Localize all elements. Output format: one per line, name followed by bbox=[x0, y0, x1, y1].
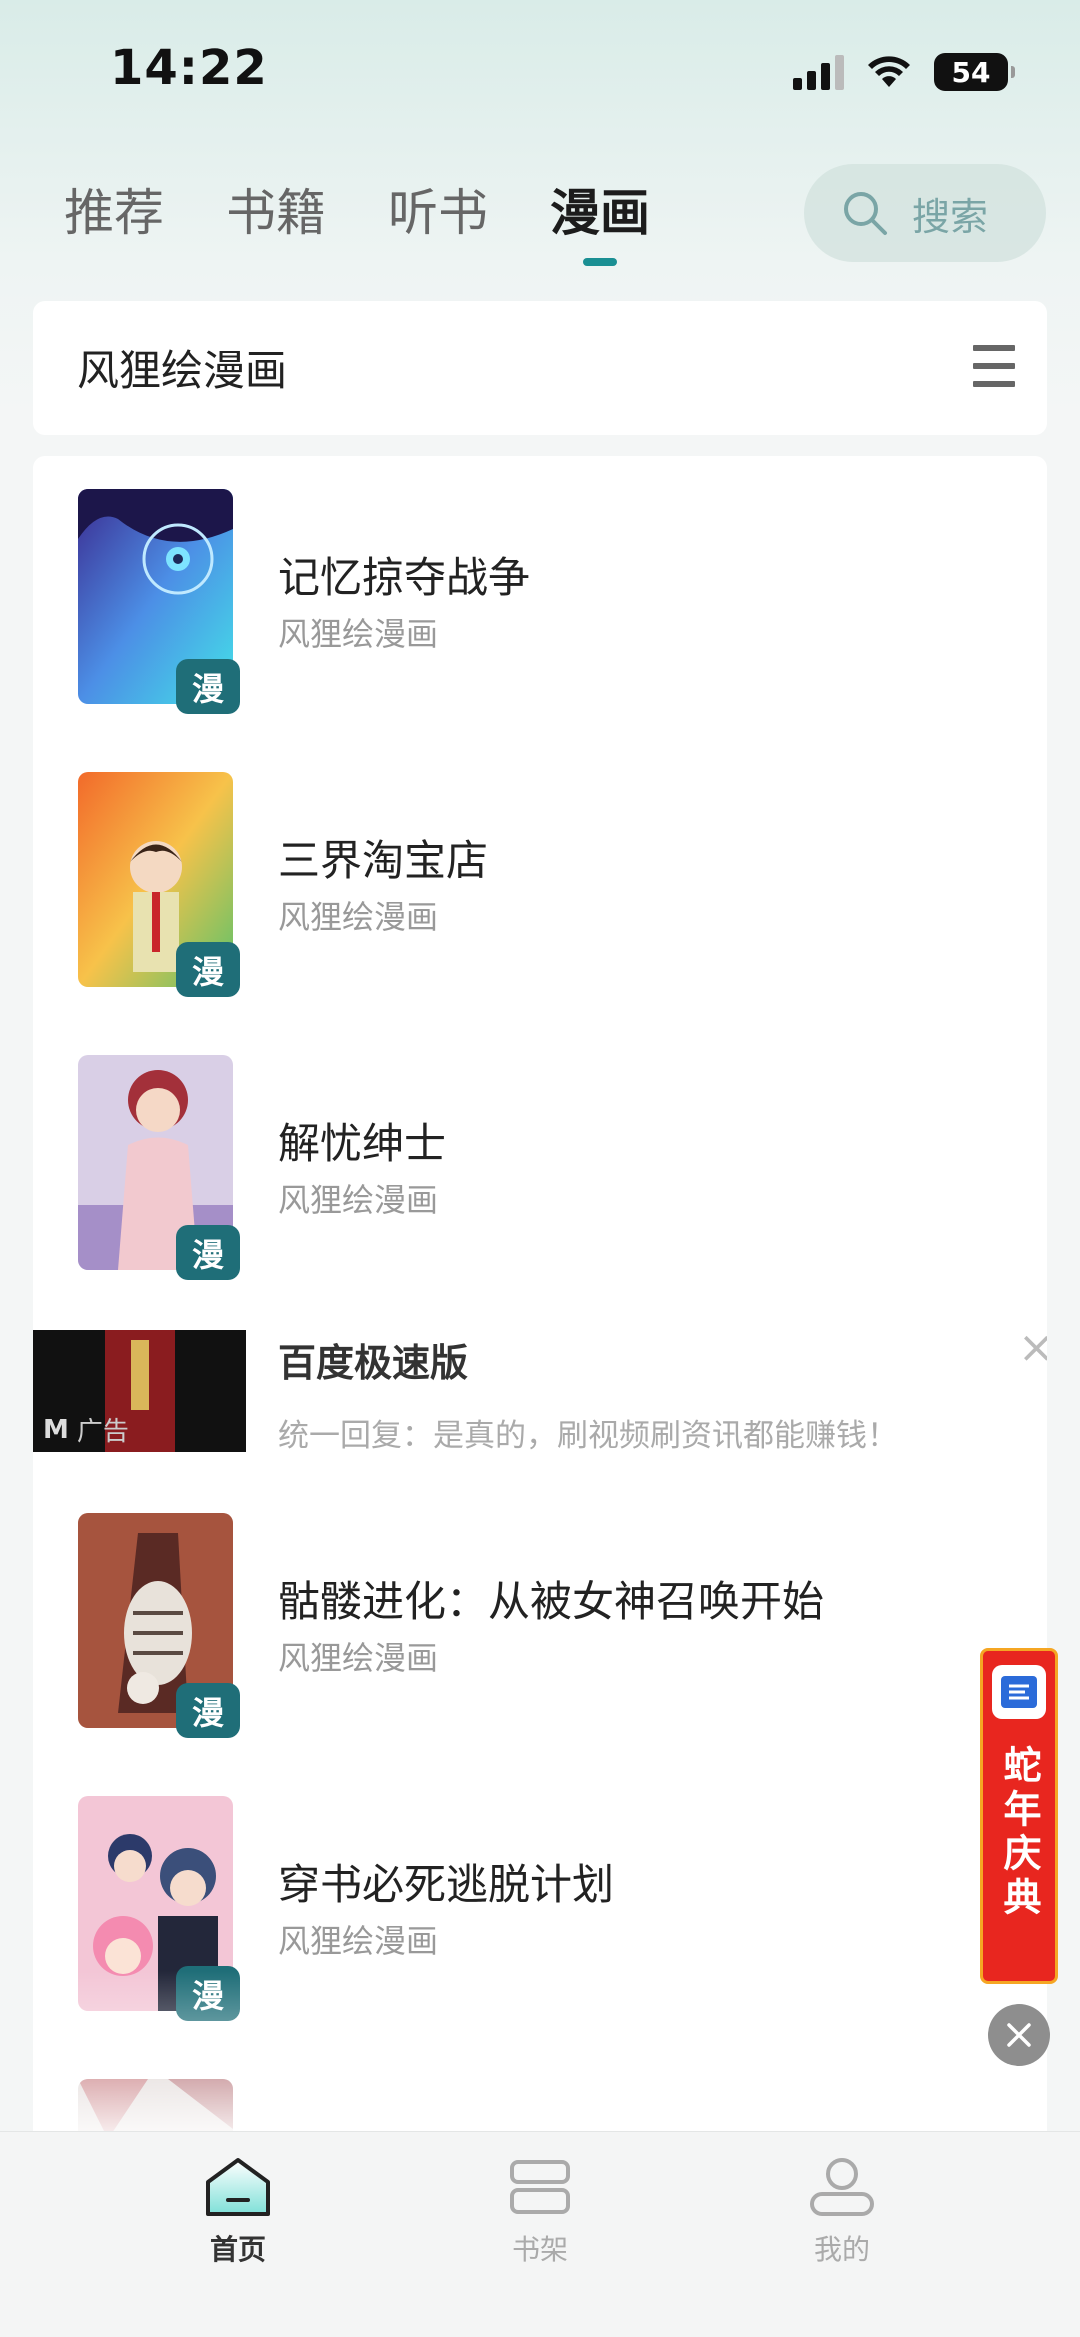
nav-bookshelf[interactable]: 书架 bbox=[460, 2154, 620, 2268]
promo-logo-icon bbox=[992, 1665, 1046, 1719]
promo-close-icon[interactable] bbox=[988, 2004, 1050, 2066]
ad-tag: M 广告 bbox=[43, 1411, 129, 1448]
status-bar: 14:22 54 bbox=[0, 0, 1080, 140]
active-tab-indicator bbox=[583, 258, 617, 266]
bottom-nav: 首页 书架 我的 bbox=[0, 2131, 1080, 2337]
list-item-partial[interactable] bbox=[33, 2079, 1047, 2131]
nav-profile[interactable]: 我的 bbox=[762, 2154, 922, 2268]
comic-badge: 漫 bbox=[176, 659, 240, 714]
menu-icon[interactable] bbox=[973, 345, 1015, 387]
wifi-icon bbox=[868, 56, 910, 87]
search-icon bbox=[844, 192, 887, 235]
home-icon bbox=[206, 2158, 270, 2216]
search-placeholder: 搜索 bbox=[912, 194, 989, 239]
book-title: 记忆掠夺战争 bbox=[278, 553, 531, 602]
comic-badge: 漫 bbox=[176, 1683, 240, 1738]
source-selector[interactable]: 风狸绘漫画 bbox=[33, 301, 1047, 435]
tab-comics-label: 漫画 bbox=[550, 184, 650, 242]
nav-home-label: 首页 bbox=[209, 2233, 266, 2266]
ad-title: 百度极速版 bbox=[278, 1341, 469, 1385]
comic-badge: 漫 bbox=[176, 1966, 240, 2021]
list-item[interactable]: 漫 三界淘宝店 风狸绘漫画 bbox=[33, 772, 1047, 1022]
source-title: 风狸绘漫画 bbox=[77, 346, 288, 395]
comic-badge: 漫 bbox=[176, 942, 240, 997]
ad-banner[interactable]: M 广告 百度极速版 统一回复：是真的，刷视频刷资讯都能赚钱！ × bbox=[33, 1326, 1047, 1454]
book-cover bbox=[78, 2079, 233, 2131]
book-source: 风狸绘漫画 bbox=[278, 1181, 439, 1219]
profile-icon bbox=[810, 2158, 874, 2216]
comic-badge: 漫 bbox=[176, 1225, 240, 1280]
search-button[interactable]: 搜索 bbox=[804, 164, 1046, 262]
status-icons: 54 bbox=[793, 50, 1015, 94]
ad-close-icon[interactable]: × bbox=[1018, 1326, 1047, 1370]
book-list: 漫 记忆掠夺战争 风狸绘漫画 漫 三界淘宝店 风狸绘漫画 漫 解忧绅士 风狸绘漫… bbox=[33, 456, 1047, 2131]
tab-comics[interactable]: 漫画 bbox=[550, 178, 650, 266]
cellular-signal-icon bbox=[793, 54, 844, 90]
tab-recommend[interactable]: 推荐 bbox=[64, 178, 164, 248]
tab-books[interactable]: 书籍 bbox=[226, 178, 326, 248]
list-item[interactable]: 漫 记忆掠夺战争 风狸绘漫画 bbox=[33, 489, 1047, 739]
book-source: 风狸绘漫画 bbox=[278, 615, 439, 653]
list-item[interactable]: 漫 骷髅进化：从被女神召唤开始 风狸绘漫画 bbox=[33, 1513, 1047, 1763]
ad-description: 统一回复：是真的，刷视频刷资讯都能赚钱！ bbox=[278, 1418, 898, 1454]
nav-bookshelf-label: 书架 bbox=[511, 2233, 568, 2266]
book-source: 风狸绘漫画 bbox=[278, 1639, 439, 1677]
nav-profile-label: 我的 bbox=[813, 2233, 870, 2266]
book-title: 骷髅进化：从被女神召唤开始 bbox=[278, 1577, 825, 1626]
battery-icon: 54 bbox=[934, 53, 1015, 91]
promo-banner[interactable]: 蛇年庆典 bbox=[980, 1648, 1058, 1984]
book-source: 风狸绘漫画 bbox=[278, 898, 439, 936]
book-source: 风狸绘漫画 bbox=[278, 1922, 439, 1960]
promo-text: 蛇年庆典 bbox=[997, 1745, 1041, 1921]
tab-audiobooks[interactable]: 听书 bbox=[388, 178, 488, 248]
book-title: 穿书必死逃脱计划 bbox=[278, 1860, 615, 1909]
list-item[interactable]: 漫 穿书必死逃脱计划 风狸绘漫画 bbox=[33, 1796, 1047, 2046]
ad-tag-label: 广告 bbox=[76, 1417, 129, 1447]
ad-thumbnail: M 广告 bbox=[33, 1330, 246, 1452]
nav-home[interactable]: 首页 bbox=[158, 2154, 318, 2268]
category-tabs: 推荐 书籍 听书 漫画 bbox=[64, 178, 650, 266]
status-time: 14:22 bbox=[110, 40, 268, 96]
book-title: 三界淘宝店 bbox=[278, 836, 489, 885]
book-title: 解忧绅士 bbox=[278, 1119, 447, 1168]
bookshelf-icon bbox=[510, 2160, 570, 2214]
list-item[interactable]: 漫 解忧绅士 风狸绘漫画 bbox=[33, 1055, 1047, 1305]
